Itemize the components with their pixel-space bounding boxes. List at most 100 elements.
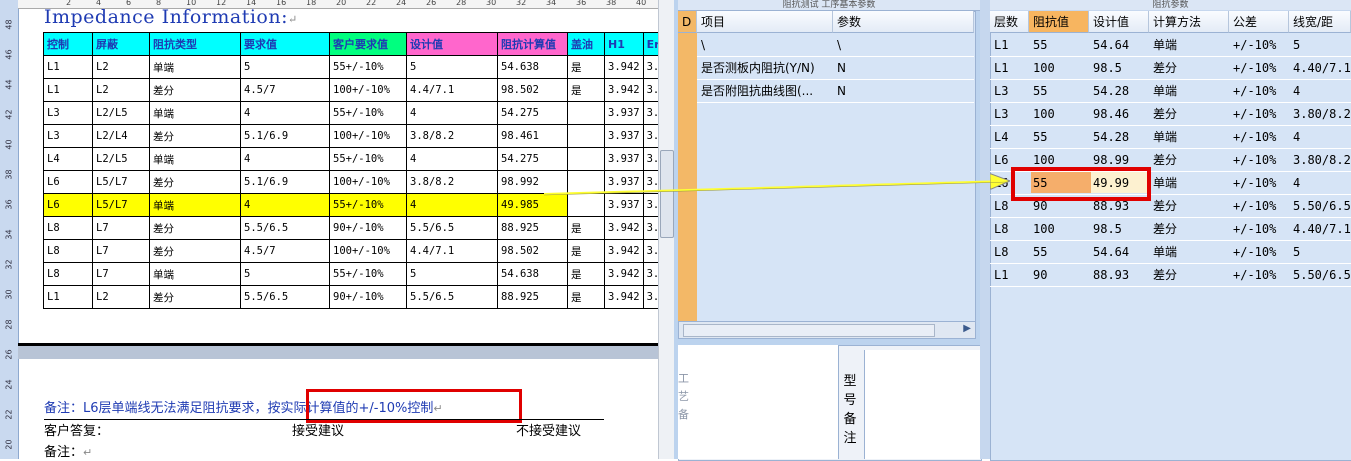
table-cell[interactable]: 54.275 <box>497 147 568 171</box>
table-cell[interactable]: 98.502 <box>497 239 568 263</box>
table-cell[interactable]: 100+/-10% <box>329 239 407 263</box>
impedance-param-cell[interactable]: +/-10% <box>1229 80 1289 103</box>
table-cell[interactable]: 是 <box>567 216 605 240</box>
table-cell[interactable]: L8 <box>43 262 93 286</box>
table-cell[interactable]: 100+/-10% <box>329 124 407 148</box>
table-cell[interactable]: 55+/-10% <box>329 262 407 286</box>
impedance-param-cell[interactable]: 54.64 <box>1089 241 1149 264</box>
impedance-param-cell[interactable]: 单端 <box>1149 172 1229 195</box>
table-cell[interactable]: 4 <box>240 101 330 125</box>
table-cell[interactable] <box>567 147 605 171</box>
table-cell[interactable]: L1 <box>43 78 93 102</box>
impedance-param-cell[interactable]: 5.50/6.50 <box>1289 264 1351 287</box>
table-cell[interactable]: L7 <box>92 239 150 263</box>
impedance-param-cell[interactable]: +/-10% <box>1229 57 1289 80</box>
impedance-param-cell[interactable]: L1 <box>990 34 1029 57</box>
table-cell[interactable]: L5/L7 <box>92 170 150 194</box>
model-remark-field[interactable] <box>864 350 981 459</box>
table-cell[interactable]: 4 <box>406 147 498 171</box>
impedance-param-cell[interactable]: 88.93 <box>1089 264 1149 287</box>
table-cell[interactable]: L3 <box>43 124 93 148</box>
hscroll-thumb[interactable] <box>683 324 935 337</box>
impedance-param-cell[interactable]: 100 <box>1029 57 1089 80</box>
table-cell[interactable]: 4 <box>240 193 330 217</box>
impedance-param-cell[interactable]: 3.80/8.20 <box>1289 149 1351 172</box>
impedance-param-cell[interactable]: 55 <box>1029 241 1089 264</box>
impedance-param-cell[interactable]: +/-10% <box>1229 218 1289 241</box>
impedance-param-cell[interactable]: +/-10% <box>1229 149 1289 172</box>
table-cell[interactable]: 3.942 <box>604 216 644 240</box>
table-cell[interactable]: 5.5/6.5 <box>240 285 330 309</box>
table-cell[interactable]: L8 <box>43 239 93 263</box>
table-cell[interactable]: L1 <box>43 55 93 79</box>
table-cell[interactable]: 3.942 <box>604 285 644 309</box>
table-cell[interactable]: 差分 <box>149 239 241 263</box>
reject-suggestion-option[interactable]: 不接受建议 <box>516 420 581 439</box>
table-cell[interactable]: 54.638 <box>497 55 568 79</box>
impedance-param-cell[interactable]: 差分 <box>1149 103 1229 126</box>
table-cell[interactable]: 3.8/8.2 <box>406 170 498 194</box>
impedance-param-cell[interactable]: 4 <box>1289 80 1351 103</box>
table-cell[interactable]: 5 <box>240 55 330 79</box>
grid-header-1[interactable]: 阻抗值 <box>1029 11 1089 33</box>
param-value-cell[interactable]: \ <box>833 34 974 57</box>
table-cell[interactable]: 3.942 <box>604 78 644 102</box>
impedance-param-cell[interactable]: 差分 <box>1149 218 1229 241</box>
table-cell[interactable]: 5.5/6.5 <box>406 285 498 309</box>
table-cell[interactable]: 差分 <box>149 170 241 194</box>
impedance-param-cell[interactable]: 5.50/6.50 <box>1289 195 1351 218</box>
table-cell[interactable]: 5.5/6.5 <box>240 216 330 240</box>
impedance-param-cell[interactable]: 98.46 <box>1089 103 1149 126</box>
impedance-param-cell[interactable]: 4.40/7.10 <box>1289 57 1351 80</box>
process-params-hscrollbar[interactable]: ▶ <box>678 321 976 339</box>
table-cell[interactable]: 3.942 <box>604 55 644 79</box>
table-cell[interactable]: 3.942 <box>604 239 644 263</box>
impedance-param-cell[interactable]: 5 <box>1289 241 1351 264</box>
table-cell[interactable]: 100+/-10% <box>329 78 407 102</box>
table-cell[interactable]: 是 <box>567 262 605 286</box>
impedance-param-cell[interactable]: 55 <box>1029 126 1089 149</box>
table-cell[interactable]: 单端 <box>149 55 241 79</box>
impedance-param-cell[interactable]: 4.40/7.10 <box>1289 218 1351 241</box>
table-cell[interactable]: 单端 <box>149 147 241 171</box>
table-cell[interactable]: 3.8/8.2 <box>406 124 498 148</box>
impedance-param-cell[interactable]: +/-10% <box>1229 103 1289 126</box>
table-cell[interactable]: 5.1/6.9 <box>240 170 330 194</box>
table-cell[interactable]: 4 <box>406 193 498 217</box>
table-cell[interactable]: 是 <box>567 239 605 263</box>
table-cell[interactable]: 4.5/7 <box>240 78 330 102</box>
table-cell[interactable]: 90+/-10% <box>329 216 407 240</box>
impedance-param-cell[interactable]: 98.5 <box>1089 218 1149 241</box>
table-cell[interactable]: 3.937 <box>604 101 644 125</box>
impedance-param-cell[interactable]: L8 <box>990 218 1029 241</box>
table-cell[interactable]: 4 <box>240 147 330 171</box>
table-cell[interactable]: 4.4/7.1 <box>406 239 498 263</box>
table-cell[interactable]: L7 <box>92 262 150 286</box>
impedance-param-cell[interactable]: 100 <box>1029 103 1089 126</box>
param-value-cell[interactable]: N <box>833 80 974 103</box>
param-item-cell[interactable]: 是否附阻抗曲线图(... <box>697 80 833 103</box>
table-cell[interactable]: L6 <box>43 193 93 217</box>
grid-header-param[interactable]: 参数 <box>833 11 974 33</box>
table-cell[interactable]: 4.5/7 <box>240 239 330 263</box>
table-cell[interactable] <box>567 124 605 148</box>
table-cell[interactable]: 3.937 <box>604 147 644 171</box>
impedance-param-cell[interactable]: 55 <box>1029 34 1089 57</box>
table-cell[interactable]: 单端 <box>149 101 241 125</box>
grid-header-4[interactable]: 公差 <box>1229 11 1289 33</box>
impedance-param-cell[interactable]: 54.64 <box>1089 34 1149 57</box>
impedance-param-cell[interactable]: 55 <box>1029 80 1089 103</box>
table-cell[interactable]: 差分 <box>149 285 241 309</box>
impedance-param-cell[interactable]: 差分 <box>1149 264 1229 287</box>
table-cell[interactable]: 5.5/6.5 <box>406 216 498 240</box>
table-cell[interactable]: 55+/-10% <box>329 193 407 217</box>
impedance-param-cell[interactable]: 单端 <box>1149 126 1229 149</box>
table-cell[interactable]: 88.925 <box>497 285 568 309</box>
table-cell[interactable]: L8 <box>43 216 93 240</box>
impedance-param-cell[interactable]: L8 <box>990 241 1029 264</box>
table-cell[interactable]: 4.4/7.1 <box>406 78 498 102</box>
accept-suggestion-option[interactable]: 接受建议 <box>292 420 344 439</box>
table-cell[interactable]: 4 <box>406 101 498 125</box>
table-cell[interactable]: 单端 <box>149 193 241 217</box>
impedance-param-cell[interactable]: 单端 <box>1149 34 1229 57</box>
